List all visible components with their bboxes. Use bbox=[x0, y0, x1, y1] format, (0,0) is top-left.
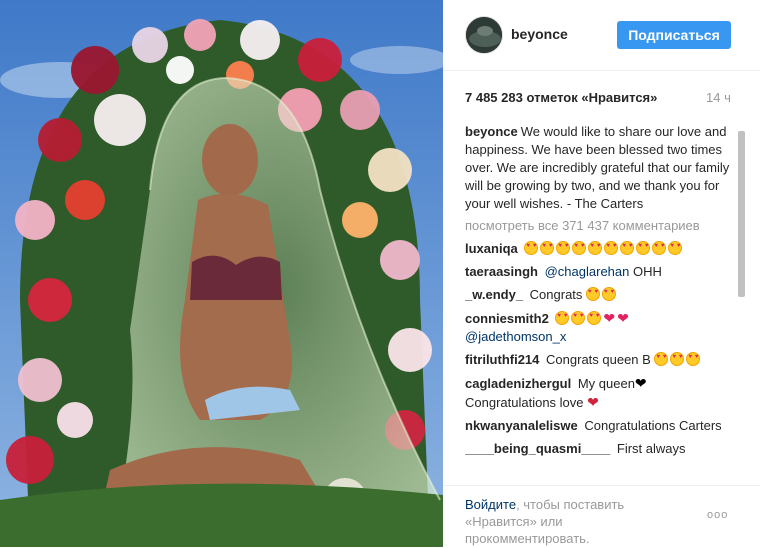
login-link[interactable]: Войдите bbox=[465, 497, 516, 512]
comment-text: Congratulations Carters bbox=[584, 418, 722, 433]
comment-text-line2: Congratulations love bbox=[465, 395, 584, 410]
heart-eyes-emoji-icon bbox=[654, 352, 669, 366]
heart-eyes-emoji-icon bbox=[540, 241, 555, 255]
comment-username[interactable]: taeraasingh bbox=[465, 264, 538, 279]
comment-item: fitriluthfi214 Congrats queen B bbox=[465, 351, 733, 369]
heart-eyes-emoji-icon bbox=[620, 241, 635, 255]
heart-eyes-emoji-icon bbox=[524, 241, 539, 255]
heart-eyes-emoji-icon bbox=[686, 352, 701, 366]
comment-text: Congrats queen B bbox=[546, 352, 651, 367]
heart-eyes-emoji-icon bbox=[652, 241, 667, 255]
comment-username[interactable]: _w.endy_ bbox=[465, 287, 523, 302]
revolving-hearts-icon: ❤ bbox=[603, 310, 616, 326]
heart-eyes-emoji-icon bbox=[555, 311, 570, 325]
comment-text: OHH bbox=[633, 264, 662, 279]
heart-eyes-emoji-icon bbox=[587, 311, 602, 325]
follow-button[interactable]: Подписаться bbox=[617, 21, 731, 49]
comment-mention[interactable]: @jadethomson_x bbox=[465, 329, 566, 344]
comment-item: nkwanyanaleliswe Congratulations Carters bbox=[465, 417, 733, 435]
comment-item: luxaniqa bbox=[465, 240, 733, 258]
username[interactable]: beyonce bbox=[511, 26, 568, 42]
comment-item: conniesmith2 ❤❤ @jadethomson_x bbox=[465, 309, 733, 346]
comment-username[interactable]: fitriluthfi214 bbox=[465, 352, 539, 367]
post-time[interactable]: 14 ч bbox=[706, 90, 731, 105]
heart-eyes-emoji-icon bbox=[670, 352, 685, 366]
heart-eyes-emoji-icon bbox=[556, 241, 571, 255]
heart-eyes-emoji-icon bbox=[602, 287, 617, 301]
heart-eyes-emoji-icon bbox=[604, 241, 619, 255]
comment-username[interactable]: cagladenizhergul bbox=[465, 376, 571, 391]
comment-item: cagladenizhergul My queen❤ Congratulatio… bbox=[465, 374, 733, 412]
comment-item: taeraasingh @chaglarehan OHH bbox=[465, 263, 733, 281]
heart-eyes-emoji-icon bbox=[586, 287, 601, 301]
post-footer: Войдите, чтобы поставить «Нравится» или … bbox=[443, 485, 760, 548]
view-all-comments-link[interactable]: посмотреть все 371 437 комментариев bbox=[465, 217, 733, 235]
likes-count[interactable]: 7 485 283 отметок «Нравится» bbox=[465, 90, 657, 105]
heart-eyes-emoji-icon bbox=[572, 241, 587, 255]
broken-heart-icon: ❤ bbox=[587, 394, 599, 410]
post-photo[interactable] bbox=[0, 0, 443, 547]
two-hearts-icon: ❤ bbox=[617, 310, 629, 326]
login-prompt: Войдите, чтобы поставить «Нравится» или … bbox=[465, 496, 665, 547]
avatar[interactable] bbox=[465, 16, 503, 54]
comments-scrollbar[interactable] bbox=[738, 131, 745, 297]
comment-item: _w.endy_ Congrats bbox=[465, 286, 733, 304]
comment-text: My queen bbox=[577, 376, 635, 391]
heart-eyes-emoji-icon bbox=[636, 241, 651, 255]
comment-text: First always bbox=[616, 441, 686, 456]
post-sidebar: beyonce Подписаться 7 485 283 отметок «Н… bbox=[443, 0, 760, 547]
more-options-icon[interactable]: ooo bbox=[707, 509, 728, 521]
comments-list: beyonce We would like to share our love a… bbox=[465, 123, 733, 485]
comment-username[interactable]: luxaniqa bbox=[465, 241, 518, 256]
comment-text: Congrats bbox=[529, 287, 583, 302]
heart-eyes-emoji-icon bbox=[668, 241, 683, 255]
comment-emojis bbox=[524, 241, 684, 256]
comment-username[interactable]: conniesmith2 bbox=[465, 311, 549, 326]
photo-illustration bbox=[0, 0, 443, 547]
black-heart-icon: ❤ bbox=[634, 375, 647, 391]
comment-item: ____being_quasmi____ First always bbox=[465, 440, 733, 458]
comment-username[interactable]: nkwanyanaleliswe bbox=[465, 418, 578, 433]
comment-username[interactable]: ____being_quasmi____ bbox=[465, 441, 610, 456]
heart-eyes-emoji-icon bbox=[571, 311, 586, 325]
post-header: beyonce Подписаться bbox=[443, 0, 760, 71]
comment-mention[interactable]: @chaglarehan bbox=[545, 264, 630, 279]
avatar-image bbox=[466, 17, 502, 53]
caption: beyonce We would like to share our love a… bbox=[465, 123, 733, 213]
heart-eyes-emoji-icon bbox=[588, 241, 603, 255]
caption-username[interactable]: beyonce bbox=[465, 124, 518, 139]
